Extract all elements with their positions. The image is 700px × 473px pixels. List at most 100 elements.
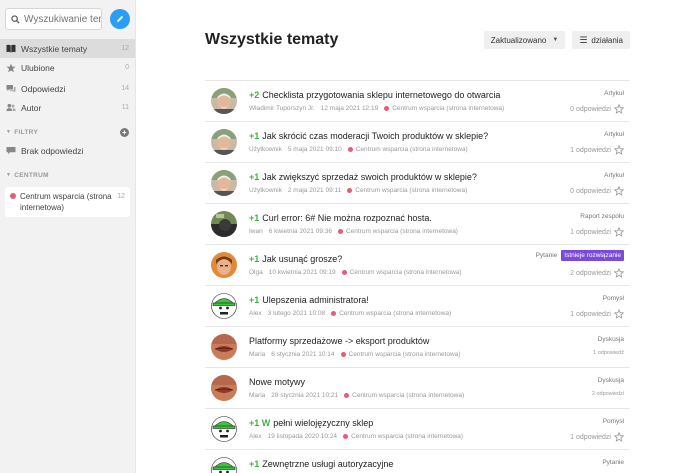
sidebar-item-count: 11 xyxy=(121,104,129,111)
sidebar-item-count: 0 xyxy=(125,64,129,71)
topic-row[interactable]: +2 Checklista przygotowania sklepu intern… xyxy=(205,80,630,121)
vote-score: +1 xyxy=(249,172,260,182)
topic-row[interactable]: +1 Ulepszenia administratora! Alex 3 lutego… xyxy=(205,285,630,326)
topic-date: 10 kwietnia 2021 09:19 xyxy=(268,269,336,276)
avatar[interactable] xyxy=(211,88,237,114)
topic-body: Nowe motywy Maria 28 stycznia 2021 10:21 Ce… xyxy=(249,377,630,399)
avatar[interactable] xyxy=(211,457,237,473)
search-input[interactable] xyxy=(24,13,102,25)
search-row xyxy=(0,0,135,32)
category-count: 12 xyxy=(117,193,125,200)
search-box[interactable] xyxy=(5,8,103,30)
topic-category[interactable]: Centrum wsparcia (strona internetowa) xyxy=(355,187,467,194)
topic-side: Pomysł 1 odpowiedzi xyxy=(570,286,625,326)
avatar[interactable] xyxy=(211,416,237,442)
topic-date: 5 maja 2021 09:10 xyxy=(287,146,342,153)
topic-category[interactable]: Centrum wsparcia (strona internetowa) xyxy=(352,392,464,399)
topic-row[interactable]: +1 Jak zwiększyć sprzedaż swoich produktó… xyxy=(205,162,630,203)
sidebar-category-support-center[interactable]: Centrum wsparcia (strona internetowa) 12 xyxy=(5,187,130,217)
topic-type: Pytanie xyxy=(602,459,624,466)
topic-author[interactable]: Maria xyxy=(249,351,265,358)
star-icon[interactable] xyxy=(613,103,625,114)
topic-replies: 1 odpowiedzi xyxy=(570,308,625,319)
topic-row[interactable]: +1 Curl error: 6# Nie można rozpoznać hos… xyxy=(205,203,630,244)
topic-category[interactable]: Centrum wsparcia (strona internetowa) xyxy=(346,228,458,235)
topic-category[interactable]: Centrum wsparcia (strona internetowa) xyxy=(351,433,463,440)
topic-row[interactable]: +1 Wpełni wielojęzyczny sklep Alex 19 list… xyxy=(205,408,630,449)
new-topic-button[interactable] xyxy=(110,9,130,29)
category-section-label: CENTRUM xyxy=(14,171,49,179)
sort-label: Zaktualizowano xyxy=(490,35,547,45)
star-icon[interactable] xyxy=(613,226,625,237)
topic-type-row: Pytanie Istnieje rozwiązanie xyxy=(536,250,624,261)
topic-row[interactable]: +1 Jak usunąć grosze? Olga 10 kwietnia 2021… xyxy=(205,244,630,285)
vote-score: +2 xyxy=(249,90,260,100)
category-section-header[interactable]: ▼ CENTRUM xyxy=(0,166,135,184)
topic-title[interactable]: Platformy sprzedażowe -> eksport produkt… xyxy=(249,336,630,346)
vote-score: +1 xyxy=(249,131,260,141)
category-color-dot xyxy=(347,147,353,152)
topic-replies: 1 odpowiedzi xyxy=(570,144,625,155)
sidebar: Wszystkie tematy 12 Ulubione 0 Odpowiedz… xyxy=(0,0,136,473)
menu-icon: ☰ xyxy=(579,34,588,45)
avatar[interactable] xyxy=(211,129,237,155)
replies-count: 1 odpowiedzi xyxy=(570,433,611,441)
sidebar-item-favorites[interactable]: Ulubione 0 xyxy=(0,58,135,77)
sort-dropdown[interactable]: Zaktualizowano ▼ xyxy=(483,31,566,49)
topic-row[interactable]: Platformy sprzedażowe -> eksport produkt… xyxy=(205,326,630,367)
avatar[interactable] xyxy=(211,293,237,319)
sidebar-item-author[interactable]: Autor 11 xyxy=(0,98,135,117)
caret-down-icon: ▼ xyxy=(552,37,559,43)
category-color-dot xyxy=(384,106,390,111)
topic-category[interactable]: Centrum wsparcia (strona internetowa) xyxy=(392,105,504,112)
category-color-dot xyxy=(340,352,346,357)
sidebar-item-label: Odpowiedzi xyxy=(21,83,66,94)
category-color-dot xyxy=(344,393,350,398)
topic-row[interactable]: +1Zewnętrzne usługi autoryzacyjneAlex7 k… xyxy=(205,449,630,473)
topic-side: Raport zespołu 1 odpowiedzi xyxy=(570,204,625,244)
topic-title-text: Nowe motywy xyxy=(249,377,306,387)
topic-category[interactable]: Centrum wsparcia (strona internetowa) xyxy=(349,351,461,358)
filter-no-replies[interactable]: Brak odpowiedzi xyxy=(0,141,135,160)
avatar[interactable] xyxy=(211,252,237,278)
replies-count: 1 odpowiedź xyxy=(593,350,624,356)
replies-count: 1 odpowiedzi xyxy=(570,146,611,154)
topic-date: 12 maja 2021 12:19 xyxy=(320,105,379,112)
sidebar-item-all-topics[interactable]: Wszystkie tematy 12 xyxy=(0,39,135,58)
sidebar-item-replies[interactable]: Odpowiedzi 14 xyxy=(0,79,135,98)
avatar[interactable] xyxy=(211,211,237,237)
add-filter-button[interactable]: + xyxy=(120,127,129,137)
star-icon[interactable] xyxy=(613,267,625,278)
topic-author[interactable]: Alex xyxy=(249,433,262,440)
topic-title[interactable]: Nowe motywy xyxy=(249,377,630,387)
topic-category[interactable]: Centrum wsparcia (strona internetowa) xyxy=(350,269,462,276)
avatar[interactable] xyxy=(211,334,237,360)
topic-title-text: pełni wielojęzyczny sklep xyxy=(273,418,374,428)
topic-replies: 2 odpowiedzi xyxy=(536,267,625,278)
replies-count: 0 odpowiedzi xyxy=(570,105,611,113)
filters-section-header[interactable]: ▼ FILTRY + xyxy=(0,123,135,141)
vote-score: +1 xyxy=(249,213,260,223)
topic-author[interactable]: Olga xyxy=(249,269,263,276)
topic-row[interactable]: Nowe motywy Maria 28 stycznia 2021 10:21 Ce… xyxy=(205,367,630,408)
topic-category[interactable]: Centrum wsparcia (strona internetowa) xyxy=(356,146,468,153)
avatar[interactable] xyxy=(211,375,237,401)
header-controls: Zaktualizowano ▼ ☰ działania xyxy=(483,31,630,49)
topic-author[interactable]: Użytkownik xyxy=(249,187,282,194)
topic-title-text: Jak usunąć grosze? xyxy=(262,254,343,264)
star-icon[interactable] xyxy=(613,308,625,319)
star-icon[interactable] xyxy=(613,431,625,442)
topic-author[interactable]: Władimir Tuporszyn Jr. xyxy=(249,105,315,112)
topic-author[interactable]: Maria xyxy=(249,392,265,399)
topic-author[interactable]: Użytkownik xyxy=(249,146,282,153)
topic-title-text: Ulepszenia administratora! xyxy=(262,295,369,305)
actions-button[interactable]: ☰ działania xyxy=(572,31,630,49)
topic-author[interactable]: Alex xyxy=(249,310,262,317)
topic-category[interactable]: Centrum wsparcia (strona internetowa) xyxy=(339,310,451,317)
topic-row[interactable]: +1 Jak skrócić czas moderacji Twoich prod… xyxy=(205,121,630,162)
star-icon[interactable] xyxy=(613,185,625,196)
page-header: Wszystkie tematy Zaktualizowano ▼ ☰ dzia… xyxy=(205,0,630,80)
topic-author[interactable]: Iwan xyxy=(249,228,263,235)
avatar[interactable] xyxy=(211,170,237,196)
star-icon[interactable] xyxy=(613,144,625,155)
